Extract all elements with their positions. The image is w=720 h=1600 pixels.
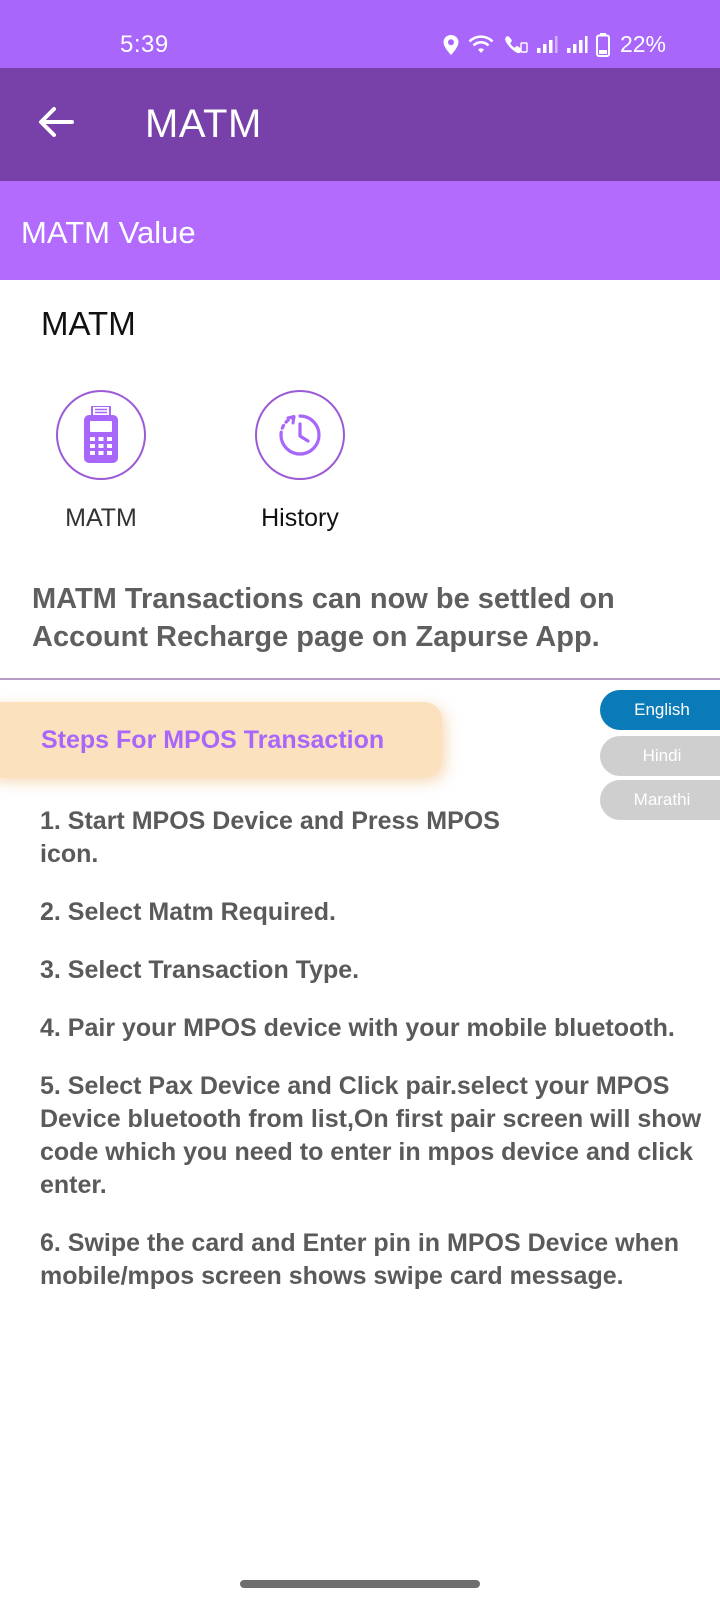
page-title: MATM	[145, 102, 262, 146]
status-time: 5:39	[120, 31, 169, 58]
step-item: 3. Select Transaction Type.	[40, 956, 360, 984]
pos-terminal-icon	[84, 406, 118, 463]
signal-icon	[536, 35, 558, 54]
matm-tile[interactable]: MATM	[41, 390, 161, 533]
status-bar: 5:39 22%	[0, 0, 720, 68]
step-item: 4. Pair your MPOS device with your mobil…	[40, 1014, 675, 1042]
battery-icon	[595, 32, 610, 57]
back-button[interactable]	[36, 102, 76, 142]
battery-percent: 22%	[619, 31, 666, 57]
main-heading: MATM	[41, 305, 136, 342]
step-item: 5. Select Pax Device and Click pair.sele…	[40, 1072, 702, 1199]
status-icons: 22%	[442, 31, 666, 58]
matm-tile-circle	[56, 390, 146, 480]
step-item: 1. Start MPOS Device and Press MPOS icon…	[40, 807, 500, 868]
location-icon	[442, 34, 460, 56]
wifi-icon	[468, 34, 494, 55]
steps-title-banner: Steps For MPOS Transaction	[0, 702, 442, 778]
home-indicator[interactable]	[240, 1580, 480, 1588]
divider	[0, 678, 720, 680]
settlement-notice: MATM Transactions can now be settled on …	[32, 583, 615, 653]
history-tile-label: History	[261, 504, 339, 532]
history-tile[interactable]: History	[240, 390, 360, 533]
language-hindi-button[interactable]: Hindi	[600, 736, 720, 776]
section-header-label: MATM Value	[21, 215, 196, 250]
section-header: MATM Value	[0, 181, 720, 280]
wifi-call-icon	[502, 34, 528, 56]
step-item: 6. Swipe the card and Enter pin in MPOS …	[40, 1229, 680, 1290]
history-clock-icon	[279, 414, 321, 456]
steps-list: 1. Start MPOS Device and Press MPOS icon…	[40, 805, 712, 1318]
history-tile-circle	[255, 390, 345, 480]
steps-title: Steps For MPOS Transaction	[41, 726, 385, 754]
app-bar: MATM	[0, 68, 720, 181]
arrow-left-icon	[39, 107, 74, 137]
language-english-button[interactable]: English	[600, 690, 720, 730]
step-item: 2. Select Matm Required.	[40, 898, 336, 926]
matm-tile-label: MATM	[65, 504, 137, 532]
signal-icon	[566, 35, 588, 54]
